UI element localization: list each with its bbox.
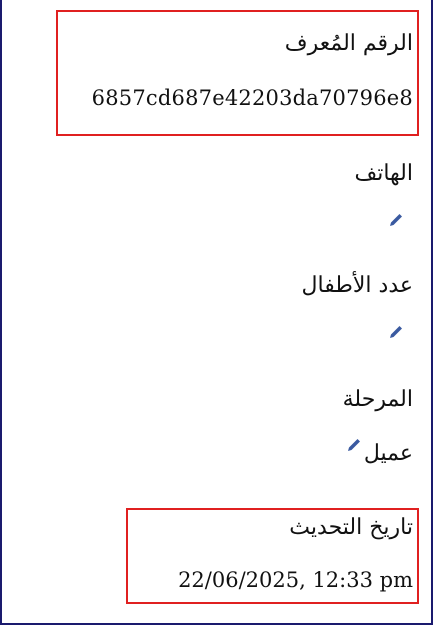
id-field-highlight	[56, 10, 419, 136]
stage-field-label: المرحلة	[342, 387, 413, 412]
updated-at-field-label: تاريخ التحديث	[289, 515, 413, 540]
stage-field-value: عميل	[363, 441, 413, 466]
id-field-value: 6857cd687e42203da70796e8	[91, 86, 413, 110]
children-count-edit-icon[interactable]	[388, 324, 404, 340]
id-field-label: الرقم المُعرف	[284, 31, 413, 56]
stage-edit-icon[interactable]	[346, 437, 362, 453]
phone-edit-icon[interactable]	[388, 212, 404, 228]
children-count-field-label: عدد الأطفال	[301, 273, 413, 298]
phone-field-label: الهاتف	[354, 161, 413, 186]
updated-at-field-value: 22/06/2025, 12:33 pm	[178, 568, 413, 592]
record-details-panel: الرقم المُعرف 6857cd687e42203da70796e8 ا…	[0, 0, 433, 625]
